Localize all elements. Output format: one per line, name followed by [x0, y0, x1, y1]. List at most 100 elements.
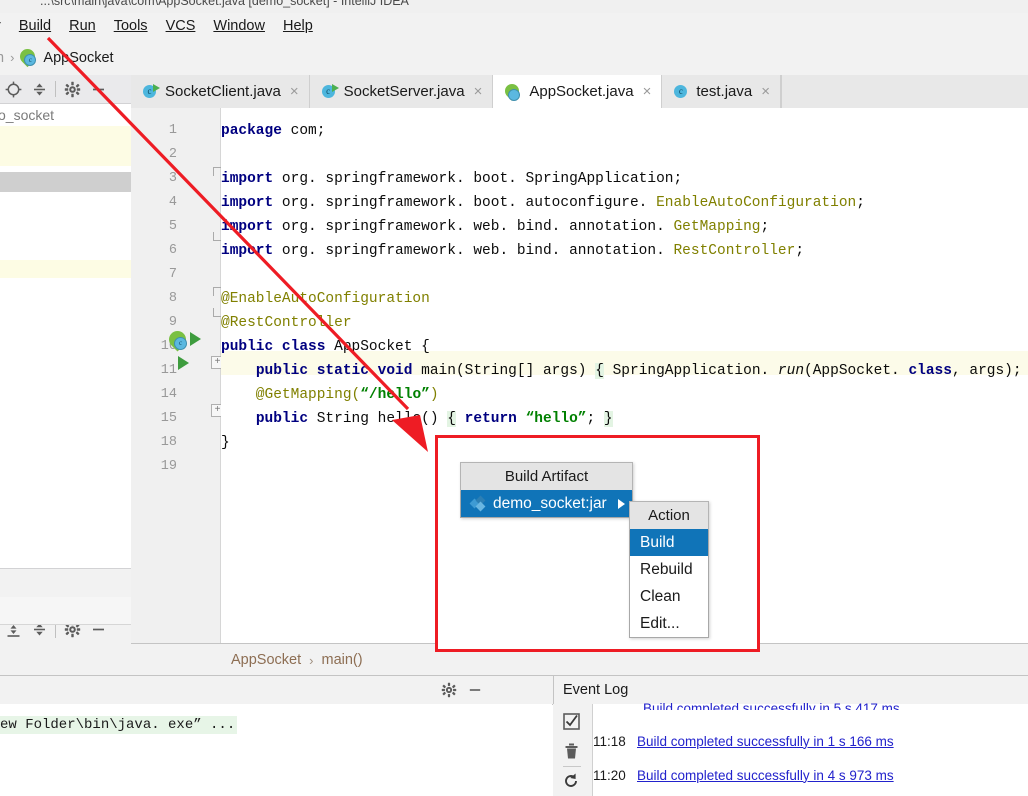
project-tool-window: o_socket	[0, 75, 132, 643]
restore-icon[interactable]	[562, 772, 582, 792]
code-token: ;	[586, 411, 604, 427]
menu-label-vcs: VCS	[165, 18, 196, 34]
minimize-icon[interactable]	[85, 76, 111, 102]
menu-label-run: Run	[69, 18, 96, 34]
code-line: package com;	[221, 119, 1028, 143]
tab-close-icon[interactable]: ×	[643, 83, 652, 100]
code-token: public	[255, 411, 309, 427]
event-log-row[interactable]: 11:18 Build completed successfully in 1 …	[593, 728, 1028, 754]
code-token: {	[447, 411, 456, 427]
code-token: RestController	[673, 243, 796, 259]
menu-item-tools[interactable]: Tools	[105, 13, 157, 40]
code-token: import	[221, 243, 274, 259]
editor-gutter[interactable]: 1 2 3 4 5 6 7 8 9 10 11 14 15 18 19 c + +	[131, 108, 224, 643]
tree-highlight-band-1	[0, 126, 131, 166]
code-token: class	[908, 363, 952, 379]
event-log-list[interactable]: Build completed successfully in 5 s 417 …	[593, 701, 1028, 796]
code-token: “hello”	[525, 411, 587, 427]
project-tree-root-label[interactable]: o_socket	[0, 107, 54, 123]
run-panel-toolbar	[436, 676, 488, 704]
tab-test[interactable]: c test.java ×	[662, 75, 781, 108]
menu-item-help[interactable]: Help	[274, 13, 322, 40]
menu-item-window[interactable]: Window	[204, 13, 274, 40]
gutter-line-number: 5	[168, 219, 177, 234]
settings-icon[interactable]	[436, 677, 462, 703]
tab-close-icon[interactable]: ×	[474, 83, 483, 100]
minimize-icon[interactable]	[462, 677, 488, 703]
gutter-line-number: 18	[160, 435, 177, 450]
code-token: import	[221, 171, 274, 187]
menu-label-help: Help	[282, 18, 313, 34]
menu-label-window: Window	[213, 18, 265, 34]
menu-item-run[interactable]: Run	[60, 13, 105, 40]
tab-socketserver[interactable]: c SocketServer.java ×	[309, 75, 494, 108]
tab-label: SocketServer.java	[343, 83, 465, 100]
code-token: return	[464, 411, 517, 427]
event-log-title[interactable]: Event Log	[563, 676, 628, 704]
tab-label: AppSocket.java	[529, 83, 634, 100]
menu-label-0: r	[0, 18, 1, 34]
spring-bean-gutter-icon[interactable]: c	[165, 327, 190, 352]
menu-bar: r Build Run Tools VCS Window Help	[0, 13, 1028, 40]
breadcrumb-class[interactable]: AppSocket	[231, 652, 301, 668]
event-log-link[interactable]: Build completed successfully in 4 s 973 …	[637, 768, 894, 783]
event-log-link[interactable]: Build completed successfully in 5 s 417 …	[643, 701, 900, 710]
code-token: @EnableAutoConfiguration	[221, 291, 430, 307]
code-line: public class AppSocket {	[221, 335, 1028, 359]
left-bottom-row	[0, 597, 131, 625]
code-token: org. springframework. web. bind. annotat…	[273, 243, 674, 259]
code-token: “/hello”	[360, 387, 430, 403]
settings-icon[interactable]	[59, 76, 85, 102]
code-token: , args);	[951, 363, 1028, 379]
run-console-output[interactable]: ew Folder\bin\java. exe” ...	[0, 704, 552, 796]
collapse-all-icon[interactable]	[26, 76, 52, 102]
gutter-line-number: 7	[168, 267, 177, 282]
code-token: SpringApplication.	[603, 363, 778, 379]
code-line: public String hello() { return “hello”; …	[221, 407, 1028, 431]
code-token: org. springframework. web. bind. annotat…	[273, 219, 674, 235]
tab-close-icon[interactable]: ×	[761, 83, 770, 100]
code-token: org. springframework. boot. autoconfigur…	[273, 195, 657, 211]
menu-item-vcs[interactable]: VCS	[157, 13, 205, 40]
event-log-time: 11:18	[593, 733, 626, 749]
code-line: import org. springframework. web. bind. …	[221, 239, 1028, 263]
navbar-class-name[interactable]: AppSocket	[43, 50, 113, 66]
tab-appsocket[interactable]: AppSocket.java ×	[493, 75, 663, 108]
code-token: ;	[856, 195, 865, 211]
menu-item-build[interactable]: Build	[10, 13, 60, 40]
tab-label: test.java	[696, 83, 753, 100]
java-class-icon: c	[674, 84, 690, 100]
gutter-line-number: 1	[168, 123, 177, 138]
code-token: run	[777, 363, 805, 379]
locate-icon[interactable]	[0, 76, 26, 102]
code-line: public static void main(String[] args) {…	[221, 359, 1028, 383]
menu-item-0[interactable]: r	[0, 13, 10, 40]
tab-socketclient[interactable]: c SocketClient.java ×	[131, 75, 310, 108]
menu-label-tools: Tools	[113, 18, 148, 34]
event-log-link[interactable]: Build completed successfully in 1 s 166 …	[637, 734, 894, 749]
navbar-fragment[interactable]: n	[0, 50, 4, 66]
code-token: ;	[795, 243, 805, 259]
tab-strip-filler	[780, 75, 1028, 108]
delete-icon[interactable]	[562, 742, 582, 762]
run-gutter-icon-main[interactable]	[178, 356, 189, 370]
tab-close-icon[interactable]: ×	[290, 83, 299, 100]
event-log-row-partial[interactable]: Build completed successfully in 5 s 417 …	[643, 700, 948, 710]
menu-label-build: Build	[18, 18, 52, 34]
event-log-sidebar	[553, 704, 593, 796]
mark-read-icon[interactable]	[562, 712, 582, 732]
gutter-line-number: 8	[168, 291, 177, 306]
breadcrumb-method[interactable]: main()	[321, 652, 362, 668]
navigation-bar: n › c AppSocket	[0, 40, 1028, 76]
java-class-icon: c	[143, 83, 160, 100]
event-log-row[interactable]: 11:20 Build completed successfully in 4 …	[593, 762, 1028, 788]
window-title-bar: ...\src\main\java\com\AppSocket.java [de…	[0, 0, 1028, 13]
code-token: String hello()	[308, 411, 448, 427]
code-token: EnableAutoConfiguration	[656, 195, 857, 211]
gutter-line-number: 15	[160, 411, 177, 426]
run-gutter-icon-class[interactable]	[190, 332, 201, 346]
gutter-line-number: 4	[168, 195, 177, 210]
